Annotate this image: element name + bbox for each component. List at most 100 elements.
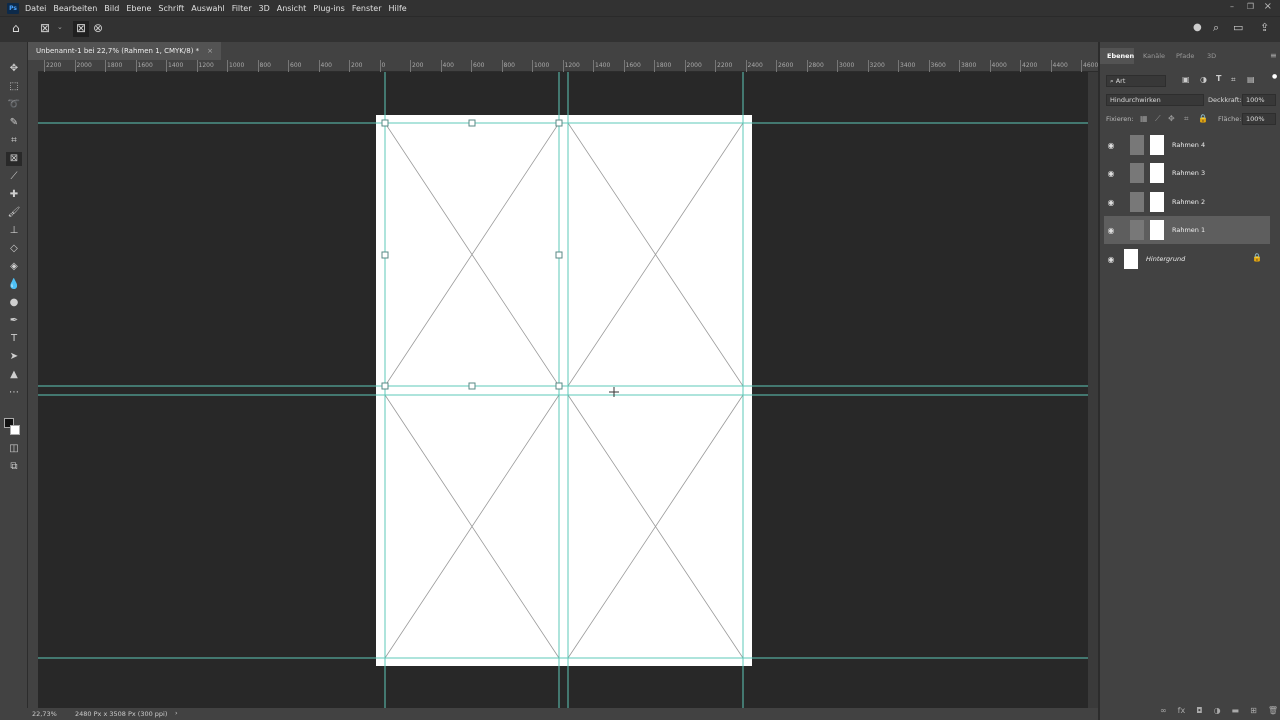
blend-mode-select[interactable]: Hindurchwirken bbox=[1106, 94, 1204, 106]
restore-icon[interactable]: ❐ bbox=[1247, 2, 1254, 11]
visibility-eye-icon[interactable]: ◉ bbox=[1104, 198, 1118, 207]
lock-all-icon[interactable]: 🔒 bbox=[1198, 114, 1208, 123]
layer-rahmen-2[interactable]: ◉ Rahmen 2 bbox=[1104, 188, 1270, 216]
filter-adjustment-icon[interactable]: ◑ bbox=[1200, 75, 1207, 84]
layer-hintergrund[interactable]: ◉ Hintergrund 🔒 bbox=[1104, 245, 1270, 273]
menu-ebene[interactable]: Ebene bbox=[126, 4, 151, 13]
chevron-down-icon[interactable]: ⌄ bbox=[57, 23, 63, 31]
filter-shape-icon[interactable]: ⌗ bbox=[1231, 75, 1236, 85]
link-icon[interactable]: ∞ bbox=[1160, 706, 1167, 715]
ruler-label: 800 bbox=[503, 62, 515, 69]
ruler-tick bbox=[928, 60, 930, 72]
zoom-level[interactable]: 22,73% bbox=[32, 710, 57, 718]
vertical-scrollbar[interactable] bbox=[1088, 72, 1098, 708]
filter-smartobject-icon[interactable]: ▤ bbox=[1247, 75, 1255, 84]
add-mask-icon[interactable]: ◘ bbox=[1196, 706, 1202, 715]
panel-menu-icon[interactable]: ≡ bbox=[1270, 51, 1277, 60]
menu-fenster[interactable]: Fenster bbox=[352, 4, 382, 13]
menu-schrift[interactable]: Schrift bbox=[158, 4, 184, 13]
visibility-eye-icon[interactable]: ◉ bbox=[1104, 141, 1118, 150]
minimize-icon[interactable]: – bbox=[1230, 2, 1234, 11]
lock-position-icon[interactable]: ✥ bbox=[1168, 114, 1175, 123]
menu-datei[interactable]: Datei bbox=[25, 4, 46, 13]
home-icon[interactable]: ⌂ bbox=[12, 21, 20, 35]
paint-bucket-tool-icon[interactable]: ◈ bbox=[6, 260, 22, 274]
ruler-tick bbox=[837, 60, 838, 72]
crop-tool-icon[interactable]: ⌗ bbox=[6, 134, 22, 148]
opacity-field[interactable]: 100% bbox=[1242, 94, 1276, 106]
delete-layer-icon[interactable]: 🗑 bbox=[1268, 706, 1278, 715]
menu-bearbeiten[interactable]: Bearbeiten bbox=[53, 4, 97, 13]
menu-3d[interactable]: 3D bbox=[259, 4, 270, 13]
visibility-eye-icon[interactable]: ◉ bbox=[1104, 226, 1118, 235]
blur-tool-icon[interactable]: 💧 bbox=[6, 278, 22, 292]
filter-type-icon[interactable]: T bbox=[1216, 74, 1221, 83]
eraser-tool-icon[interactable]: ◇ bbox=[6, 242, 22, 256]
workspace-icon[interactable]: ▭ bbox=[1233, 21, 1243, 34]
dodge-tool-icon[interactable]: ● bbox=[6, 296, 22, 310]
document-tab[interactable]: Unbenannt-1 bei 22,7% (Rahmen 1, CMYK/8)… bbox=[28, 42, 222, 60]
share-icon[interactable]: ● bbox=[1193, 22, 1202, 33]
tab-3d[interactable]: 3D bbox=[1207, 52, 1216, 60]
ruler-tick bbox=[654, 60, 655, 72]
stamp-tool-icon[interactable]: ⊥ bbox=[6, 224, 22, 238]
marquee-tool-icon[interactable]: ⬚ bbox=[6, 80, 22, 94]
lock-transparent-icon[interactable]: ▦ bbox=[1140, 114, 1148, 123]
tab-ebenen[interactable]: Ebenen bbox=[1107, 52, 1134, 60]
quick-selection-tool-icon[interactable]: ✎ bbox=[6, 116, 22, 130]
adjustment-layer-icon[interactable]: ◑ bbox=[1214, 706, 1221, 715]
new-group-icon[interactable]: ▬ bbox=[1232, 706, 1240, 715]
new-layer-icon[interactable]: ⊞ bbox=[1250, 706, 1257, 715]
filter-value: Art bbox=[1115, 77, 1126, 85]
filter-pixel-icon[interactable]: ▣ bbox=[1182, 75, 1190, 84]
layer-filter-select[interactable]: ⌕ Art bbox=[1106, 75, 1166, 87]
screen-mode-icon[interactable]: ⧉ bbox=[6, 460, 22, 474]
quick-mask-icon[interactable]: ◫ bbox=[6, 442, 22, 456]
fx-icon[interactable]: fx bbox=[1178, 706, 1186, 715]
lock-artboard-icon[interactable]: ⌗ bbox=[1184, 114, 1189, 124]
visibility-eye-icon[interactable]: ◉ bbox=[1104, 255, 1118, 264]
search-icon[interactable]: ⌕ bbox=[1213, 21, 1219, 35]
ellipse-frame-icon[interactable]: ⊗ bbox=[93, 21, 103, 35]
tab-kanaele[interactable]: Kanäle bbox=[1143, 52, 1165, 60]
menu-bild[interactable]: Bild bbox=[104, 4, 119, 13]
menu-ansicht[interactable]: Ansicht bbox=[277, 4, 307, 13]
type-tool-icon[interactable]: T bbox=[6, 332, 22, 346]
eyedropper-tool-icon[interactable]: ⟋ bbox=[6, 170, 22, 184]
tab-pfade[interactable]: Pfade bbox=[1176, 52, 1194, 60]
document-canvas[interactable] bbox=[38, 72, 1088, 708]
ruler-tick bbox=[440, 60, 442, 72]
close-tab-icon[interactable]: × bbox=[207, 47, 213, 55]
rectangle-frame-icon[interactable]: ⊠ bbox=[73, 21, 89, 37]
healing-tool-icon[interactable]: ✚ bbox=[6, 188, 22, 202]
path-selection-tool-icon[interactable]: ➤ bbox=[6, 350, 22, 364]
background-color[interactable] bbox=[10, 425, 20, 435]
lock-image-icon[interactable]: ⟋ bbox=[1155, 114, 1161, 124]
close-window-icon[interactable]: × bbox=[1264, 1, 1272, 12]
shape-tool-icon[interactable]: ▲ bbox=[6, 368, 22, 382]
canvas-area[interactable] bbox=[38, 72, 1088, 708]
ruler-label: 3200 bbox=[869, 62, 885, 69]
share-document-icon[interactable]: ⇪ bbox=[1260, 21, 1269, 34]
frame-tool-icon[interactable]: ⊠ bbox=[6, 152, 22, 166]
filter-toggle-icon[interactable]: ● bbox=[1272, 73, 1277, 80]
status-arrow-icon[interactable]: › bbox=[175, 709, 178, 717]
ruler-tick bbox=[410, 60, 411, 72]
layer-rahmen-4[interactable]: ◉ Rahmen 4 bbox=[1104, 131, 1270, 159]
lasso-tool-icon[interactable]: ➰ bbox=[6, 98, 22, 112]
menu-hilfe[interactable]: Hilfe bbox=[389, 4, 407, 13]
ruler-label: 1800 bbox=[107, 62, 123, 69]
menu-plugins[interactable]: Plug-ins bbox=[313, 4, 345, 13]
more-tools-icon[interactable]: ⋯ bbox=[6, 386, 22, 400]
brush-tool-icon[interactable]: 🖌 bbox=[6, 206, 22, 220]
frame-tool-icon[interactable]: ⊠ bbox=[40, 21, 50, 35]
visibility-eye-icon[interactable]: ◉ bbox=[1104, 169, 1118, 178]
move-tool-icon[interactable]: ✥ bbox=[6, 62, 22, 76]
fill-field[interactable]: 100% bbox=[1242, 113, 1276, 125]
layer-rahmen-1[interactable]: ◉ Rahmen 1 bbox=[1104, 216, 1270, 244]
layer-rahmen-3[interactable]: ◉ Rahmen 3 bbox=[1104, 159, 1270, 187]
content-thumbnail bbox=[1150, 163, 1164, 183]
menu-filter[interactable]: Filter bbox=[232, 4, 252, 13]
menu-auswahl[interactable]: Auswahl bbox=[191, 4, 224, 13]
pen-tool-icon[interactable]: ✒ bbox=[6, 314, 22, 328]
